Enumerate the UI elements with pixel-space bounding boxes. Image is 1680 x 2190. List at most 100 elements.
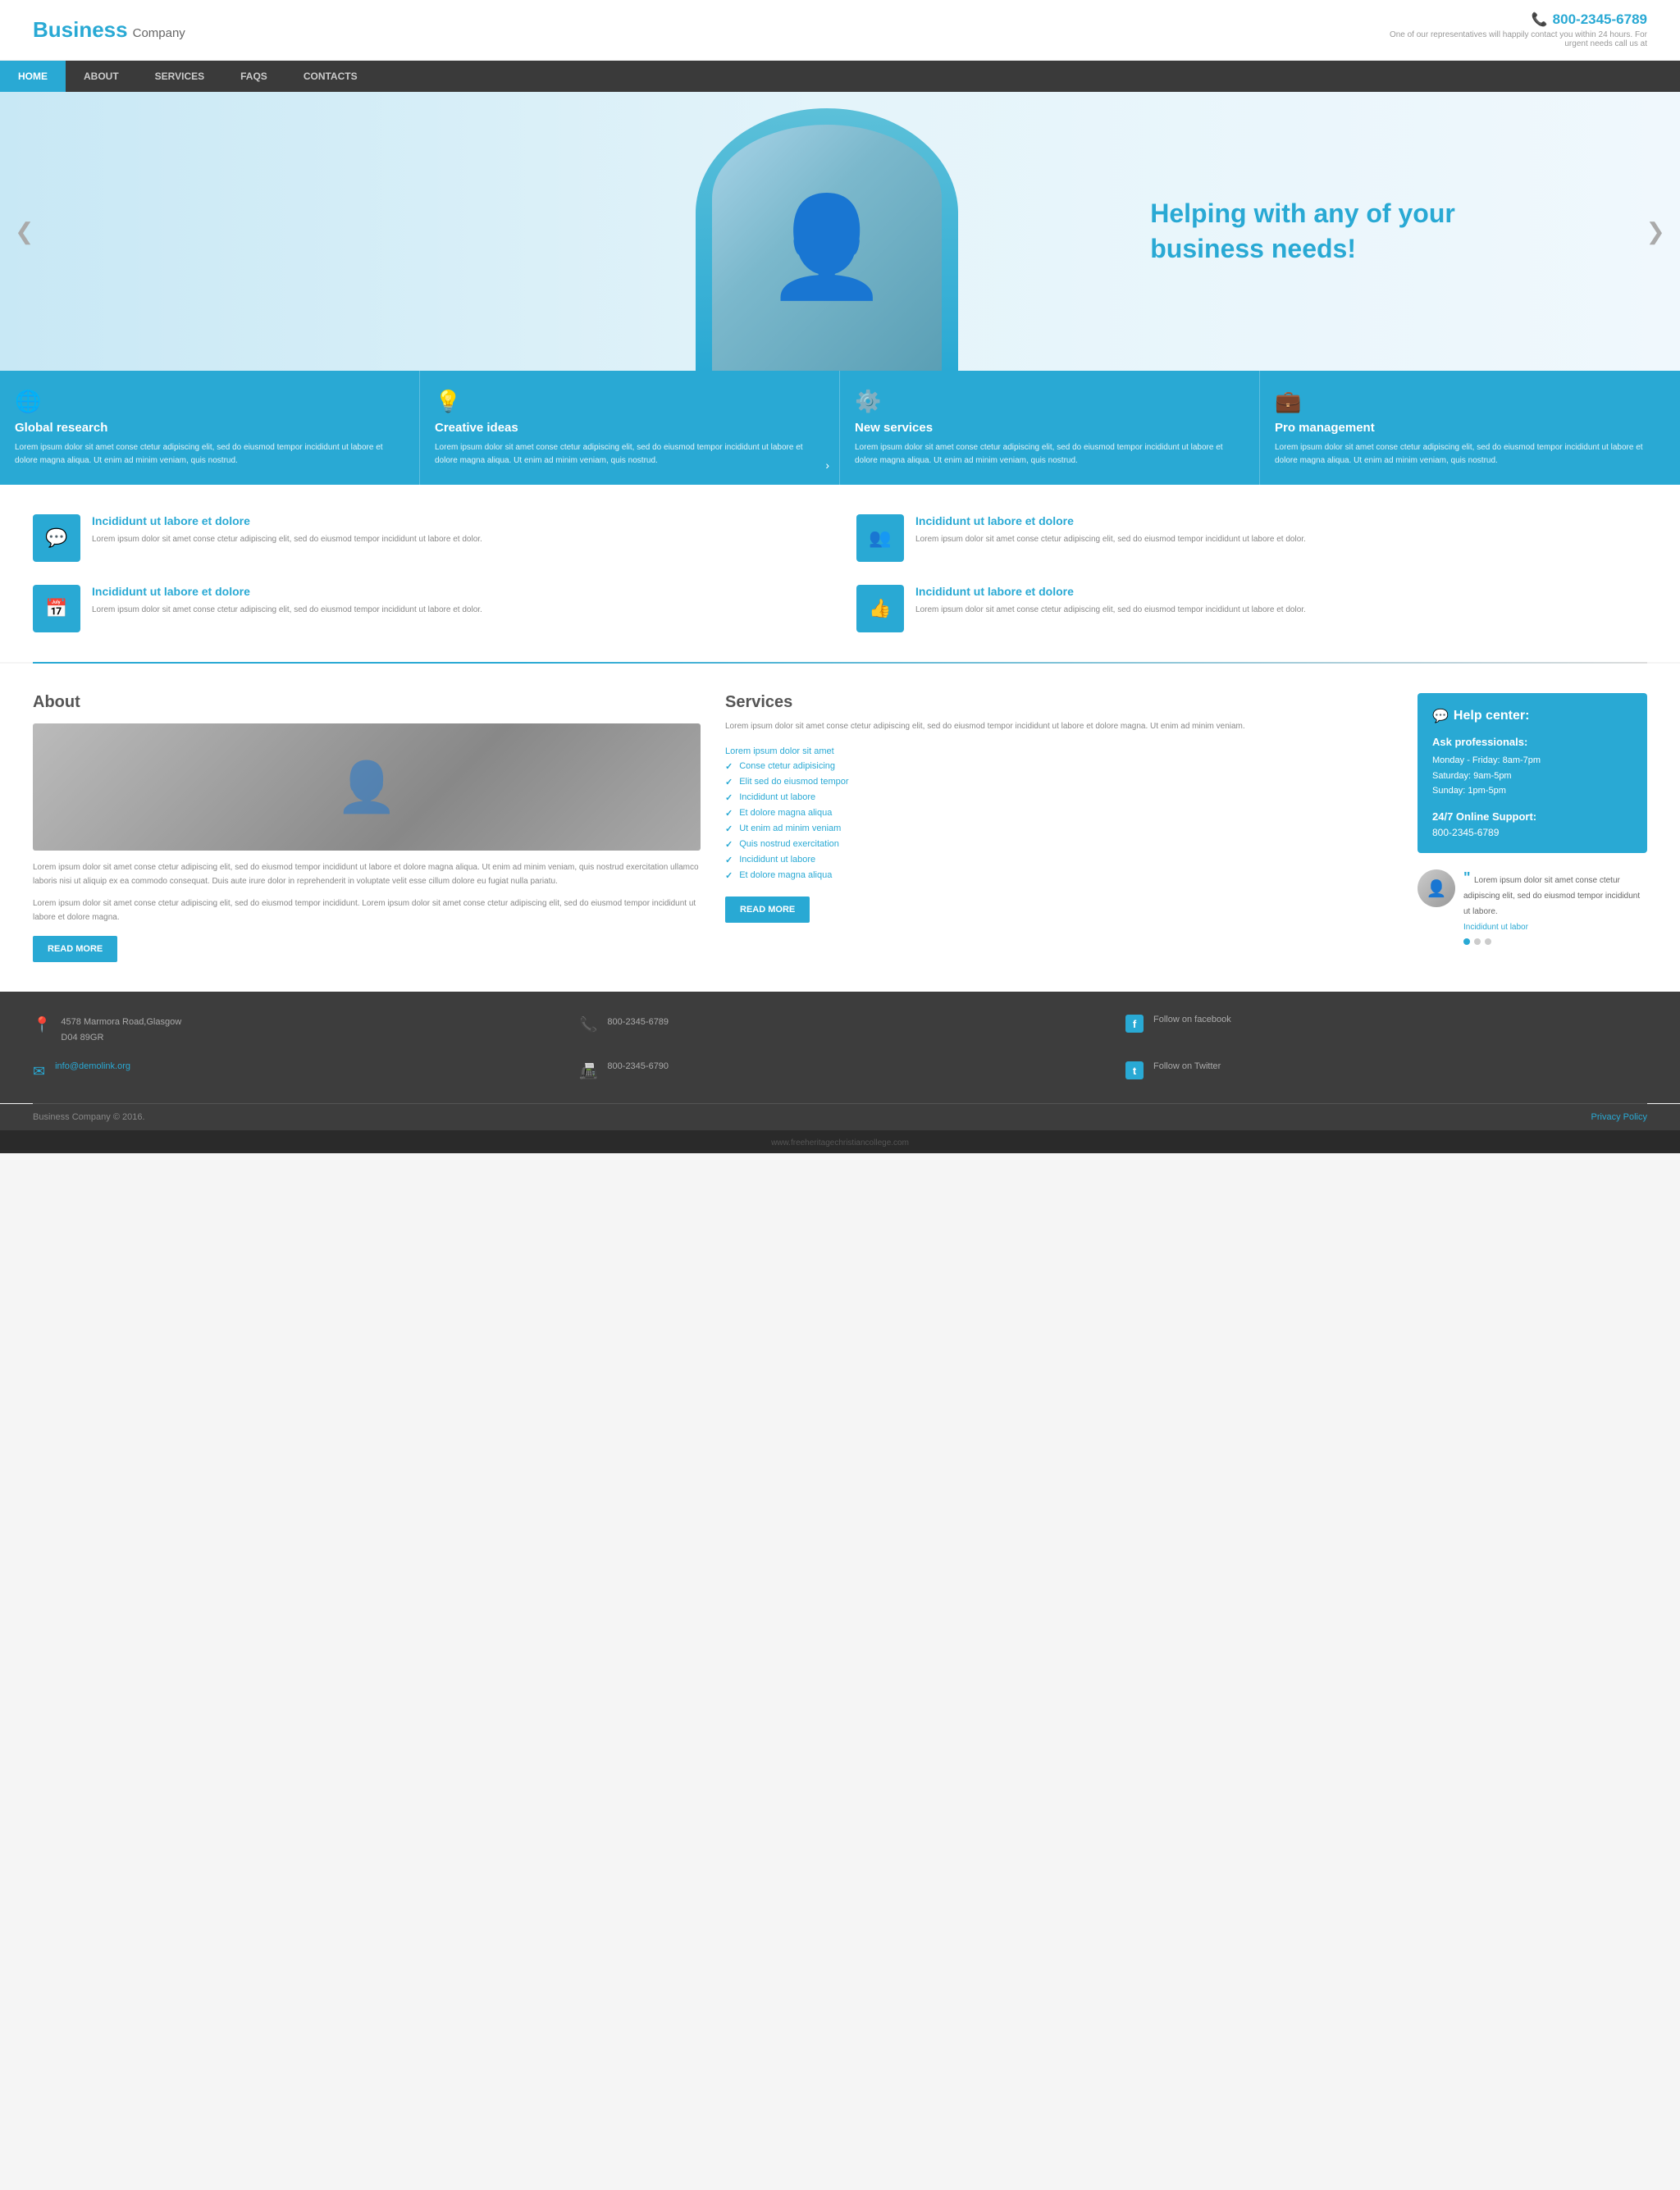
service-card-content-0: Incididunt ut labore et dolore Lorem ips…: [92, 514, 482, 546]
service-card-icon-2: 📅: [33, 585, 80, 632]
service-card-content-1: Incididunt ut labore et dolore Lorem ips…: [915, 514, 1306, 546]
footer-bottom: Business Company © 2016. Privacy Policy: [0, 1104, 1680, 1130]
service-card-title-0: Incididunt ut labore et dolore: [92, 514, 482, 527]
service-card-title-2: Incididunt ut labore et dolore: [92, 585, 482, 598]
services-title: Services: [725, 693, 1393, 712]
hero-section: 👤 ❮ Helping with any of your business ne…: [0, 92, 1680, 371]
twitter-icon: t: [1125, 1061, 1144, 1079]
quote-icon: ": [1463, 869, 1471, 886]
footer-phone: 📞 800-2345-6789: [579, 1015, 1101, 1045]
service-card-icon-0: 💬: [33, 514, 80, 562]
feature-item-0: 🌐 Global research Lorem ipsum dolor sit …: [0, 371, 420, 485]
footer-email[interactable]: ✉ info@demolink.org: [33, 1061, 555, 1080]
logo-business: Business: [33, 17, 128, 43]
service-card-0: 💬 Incididunt ut labore et dolore Lorem i…: [33, 514, 824, 562]
facebook-icon: f: [1125, 1015, 1144, 1033]
fax-icon: 📠: [579, 1063, 597, 1080]
hero-person-figure: 👤: [712, 125, 942, 371]
watermark-bar: www.freeheritagechristiancollege.com: [0, 1130, 1680, 1153]
feature-icon-0: 🌐: [15, 389, 404, 414]
footer-phone-icon: 📞: [579, 1016, 597, 1033]
feature-item-2: ⚙️ New services Lorem ipsum dolor sit am…: [840, 371, 1260, 485]
facebook-text: Follow on facebook: [1153, 1015, 1231, 1024]
services-description: Lorem ipsum dolor sit amet conse ctetur …: [725, 720, 1393, 734]
service-card-text-3: Lorem ipsum dolor sit amet conse ctetur …: [915, 604, 1306, 617]
nav-item-about[interactable]: ABOUT: [66, 61, 137, 92]
feature-text-2: Lorem ipsum dolor sit amet conse ctetur …: [855, 441, 1244, 467]
about-text-2: Lorem ipsum dolor sit amet conse ctetur …: [33, 897, 701, 924]
about-column: About 👤 Lorem ipsum dolor sit amet conse…: [33, 693, 701, 962]
about-title: About: [33, 693, 701, 712]
feature-item-1: 💡 Creative ideas Lorem ipsum dolor sit a…: [420, 371, 840, 485]
about-services-section: About 👤 Lorem ipsum dolor sit amet conse…: [0, 664, 1680, 992]
feature-text-1: Lorem ipsum dolor sit amet conse ctetur …: [435, 441, 824, 467]
address-icon: 📍: [33, 1016, 51, 1033]
footer-twitter[interactable]: t Follow on Twitter: [1125, 1061, 1647, 1080]
about-read-more-button[interactable]: READ MORE: [33, 936, 117, 962]
hero-heading: Helping with any of your business needs!: [1150, 196, 1478, 267]
service-card-text-2: Lorem ipsum dolor sit amet conse ctetur …: [92, 604, 482, 617]
service-card-text-0: Lorem ipsum dolor sit amet conse ctetur …: [92, 533, 482, 546]
footer: 📍 4578 Marmora Road,Glasgow D04 89GR 📞 8…: [0, 992, 1680, 1103]
footer-phone-text: 800-2345-6789: [607, 1015, 669, 1030]
service-card-content-3: Incididunt ut labore et dolore Lorem ips…: [915, 585, 1306, 617]
services-list-item-7: ✓Incididunt ut labore: [725, 852, 1393, 868]
hero-arrow-right[interactable]: ❯: [1646, 218, 1665, 245]
testimonial-content: " Lorem ipsum dolor sit amet conse ctetu…: [1463, 869, 1647, 945]
fax-text: 800-2345-6790: [607, 1061, 669, 1071]
about-text-1: Lorem ipsum dolor sit amet conse ctetur …: [33, 860, 701, 888]
testimonial-dots: [1463, 938, 1647, 945]
services-list-item-8: ✓Et dolore magna aliqua: [725, 868, 1393, 883]
header-contact: 📞 800-2345-6789 One of our representativ…: [1385, 11, 1647, 48]
services-list-item-0: Lorem ipsum dolor sit amet: [725, 744, 1393, 759]
navigation: HOME ABOUT SERVICES FAQS CONTACTS: [0, 61, 1680, 92]
footer-fax: 📠 800-2345-6790: [579, 1061, 1101, 1080]
nav-item-contacts[interactable]: CONTACTS: [285, 61, 376, 92]
email-text: info@demolink.org: [55, 1061, 130, 1071]
footer-facebook[interactable]: f Follow on facebook: [1125, 1015, 1647, 1045]
logo: Business Company: [33, 17, 185, 43]
feature-icon-1: 💡: [435, 389, 824, 414]
copyright-text: Business Company © 2016.: [33, 1112, 145, 1122]
feature-title-3: Pro management: [1275, 421, 1665, 435]
testimonial-text: Lorem ipsum dolor sit amet conse ctetur …: [1463, 876, 1640, 916]
service-card-2: 📅 Incididunt ut labore et dolore Lorem i…: [33, 585, 824, 632]
services-column: Services Lorem ipsum dolor sit amet cons…: [725, 693, 1393, 962]
header: Business Company 📞 800-2345-6789 One of …: [0, 0, 1680, 61]
about-image-icon: 👤: [336, 758, 398, 816]
feature-item-3: 💼 Pro management Lorem ipsum dolor sit a…: [1260, 371, 1680, 485]
help-support-phone: 800-2345-6789: [1432, 827, 1632, 838]
help-hours: Monday - Friday: 8am-7pm Saturday: 9am-5…: [1432, 753, 1632, 799]
feature-icon-3: 💼: [1275, 389, 1665, 414]
service-card-icon-1: 👥: [856, 514, 904, 562]
services-list-item-4: ✓Et dolore magna aliqua: [725, 805, 1393, 821]
nav-item-faqs[interactable]: FAQS: [222, 61, 285, 92]
email-icon: ✉: [33, 1063, 45, 1080]
services-list-item-6: ✓Quis nostrud exercitation: [725, 837, 1393, 852]
services-read-more-button[interactable]: READ MORE: [725, 897, 810, 923]
about-image: 👤: [33, 723, 701, 851]
service-card-3: 👍 Incididunt ut labore et dolore Lorem i…: [856, 585, 1647, 632]
service-card-1: 👥 Incididunt ut labore et dolore Lorem i…: [856, 514, 1647, 562]
services-list-item-2: ✓Elit sed do eiusmod tempor: [725, 774, 1393, 790]
services-list: Lorem ipsum dolor sit amet ✓Conse ctetur…: [725, 744, 1393, 883]
help-column: 💬 Help center: Ask professionals: Monday…: [1418, 693, 1647, 962]
service-cards: 💬 Incididunt ut labore et dolore Lorem i…: [0, 485, 1680, 662]
dot-1: [1474, 938, 1481, 945]
service-card-text-1: Lorem ipsum dolor sit amet conse ctetur …: [915, 533, 1306, 546]
help-box: 💬 Help center: Ask professionals: Monday…: [1418, 693, 1647, 853]
nav-item-home[interactable]: HOME: [0, 61, 66, 92]
testimonial: 👤 " Lorem ipsum dolor sit amet conse cte…: [1418, 866, 1647, 948]
testimonial-avatar: 👤: [1418, 869, 1455, 907]
services-list-item-5: ✓Ut enim ad minim veniam: [725, 821, 1393, 837]
testimonial-link[interactable]: Incididunt ut labor: [1463, 923, 1647, 932]
feature-text-0: Lorem ipsum dolor sit amet conse ctetur …: [15, 441, 404, 467]
feature-icon-2: ⚙️: [855, 389, 1244, 414]
privacy-link[interactable]: Privacy Policy: [1591, 1112, 1647, 1122]
header-phone[interactable]: 📞 800-2345-6789: [1385, 11, 1647, 28]
hero-arrow-left[interactable]: ❮: [15, 218, 34, 245]
nav-item-services[interactable]: SERVICES: [137, 61, 222, 92]
features-bar: 🌐 Global research Lorem ipsum dolor sit …: [0, 371, 1680, 485]
feature-title-0: Global research: [15, 421, 404, 435]
service-card-icon-3: 👍: [856, 585, 904, 632]
